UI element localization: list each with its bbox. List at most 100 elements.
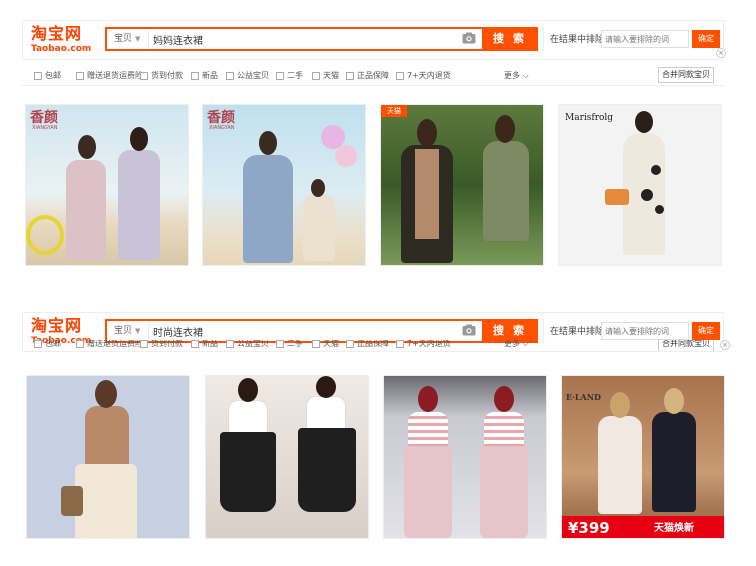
checkbox-icon [312,71,320,80]
product-image[interactable]: Marisfrolg [558,104,722,266]
merge-same-items-button[interactable]: 合并同款宝贝 [658,340,714,351]
exclude-label: 在结果中排除 [550,327,605,337]
checkbox-icon [346,71,354,80]
filter-label: 天猫 [323,340,339,348]
filter-checkbox[interactable]: 货到付款 [140,340,183,349]
filter-label: 7+天内退货 [407,340,451,348]
filter-checkbox[interactable]: 包邮 [34,340,61,349]
filter-label: 货到付款 [151,340,183,348]
filter-label: 7+天内退货 [407,71,451,80]
filter-checkbox[interactable]: 货到付款 [140,70,183,81]
logo-en: Taobao.com [31,44,92,54]
model-top [228,400,268,434]
model-top [484,412,524,448]
model-head [238,378,258,402]
bicycle-wheel [26,215,64,255]
checkbox-icon [226,340,234,348]
filter-checkbox[interactable]: 公益宝贝 [226,70,269,81]
model-figure [598,416,642,514]
search-category-select[interactable]: 宝贝 ▼ [107,29,149,49]
more-label: 更多 [504,71,520,80]
filter-checkbox[interactable]: 公益宝贝 [226,340,269,349]
product-image[interactable]: 天猫 [380,104,544,266]
exclude-input[interactable] [601,30,689,48]
model-head [664,388,684,414]
product-image[interactable] [205,375,369,539]
filter-checkbox[interactable]: 二手 [276,340,303,349]
merge-same-items-button[interactable]: 合并同款宝贝 [658,67,714,83]
close-icon[interactable]: × [716,48,726,58]
checkbox-icon [276,71,284,80]
model-figure [243,155,293,263]
model-head [259,131,277,155]
filter-checkbox[interactable]: 新品 [191,340,218,349]
filter-checkbox[interactable]: 赠送退货运费险 [76,340,143,349]
model-head [610,392,630,418]
model-skirt [480,446,528,538]
search-input[interactable] [153,322,453,340]
model-figure [483,141,529,241]
product-image[interactable]: E·LAND ¥399 天猫焕新 [561,375,725,539]
filter-checkbox[interactable]: 新品 [191,70,218,81]
checkbox-icon [346,340,354,348]
filter-checkbox[interactable]: 二手 [276,70,303,81]
model-skirt [298,428,356,512]
model-head [417,119,437,147]
filter-label: 新品 [202,340,218,348]
checkbox-icon [140,71,148,80]
model-head [316,376,336,398]
chevron-down-icon: ▼ [135,327,141,335]
checkbox-icon [312,340,320,348]
filter-checkbox[interactable]: 赠送退货运费险 [76,70,143,81]
product-image[interactable]: 香颜 XIANGYAN [202,104,366,266]
polka-dot [641,189,653,201]
checkbox-icon [396,71,404,80]
filter-checkbox[interactable]: 7+天内退货 [396,70,451,81]
brand-logo: 香颜 [30,110,58,126]
filter-label: 二手 [287,340,303,348]
product-image[interactable]: 香颜 XIANGYAN [25,104,189,266]
taobao-logo[interactable]: 淘宝网 Taobao.com [31,25,101,57]
logo-cn: 淘宝网 [31,24,83,43]
price-label: ¥399 [568,519,610,537]
search-button[interactable]: 搜 索 [482,27,538,51]
basket-bag [61,486,83,516]
camera-icon[interactable] [462,324,476,336]
model-skirt [404,446,452,538]
filter-bar: 包邮 赠送退货运费险 货到付款 新品 公益宝贝 二手 天猫 正品保障 7+天内退… [22,340,724,352]
exclude-box: 在结果中排除 确定 [543,27,725,51]
product-image[interactable] [26,375,190,539]
more-filters-button[interactable]: 更多 ⌵ [504,340,529,349]
filter-label: 正品保障 [357,340,389,348]
filter-checkbox[interactable]: 天猫 [312,340,339,349]
brand-logo: Marisfrolg [565,113,614,123]
checkbox-icon [34,340,42,348]
filter-label: 新品 [202,71,218,80]
dress-panel [415,149,439,239]
filter-bar: 包邮 赠送退货运费险 货到付款 新品 公益宝贝 二手 天猫 正品保障 7+天内退… [22,66,724,86]
checkbox-icon [140,340,148,348]
model-head [95,380,117,408]
filter-checkbox[interactable]: 天猫 [312,70,339,81]
exclude-input[interactable] [601,322,689,340]
filter-checkbox[interactable]: 7+天内退货 [396,340,451,349]
checkbox-icon [191,340,199,348]
filter-label: 二手 [287,71,303,80]
filter-checkbox[interactable]: 包邮 [34,70,61,81]
filter-checkbox[interactable]: 正品保障 [346,340,389,349]
search-input[interactable] [153,30,453,48]
checkbox-icon [276,340,284,348]
camera-icon[interactable] [462,32,476,44]
filter-checkbox[interactable]: 正品保障 [346,70,389,81]
search-category-select[interactable]: 宝贝 ▼ [107,321,149,341]
product-image[interactable] [383,375,547,539]
polka-dot [655,205,664,214]
chevron-down-icon: ▼ [135,35,141,43]
exclude-confirm-button[interactable]: 确定 [692,322,720,340]
brand-sub: XIANGYAN [209,125,235,131]
model-head [494,386,514,412]
exclude-confirm-button[interactable]: 确定 [692,30,720,48]
model-head [78,135,96,159]
search-box: 宝贝▼ 搜 索 [105,27,538,51]
more-filters-button[interactable]: 更多 ⌵ [504,70,529,81]
